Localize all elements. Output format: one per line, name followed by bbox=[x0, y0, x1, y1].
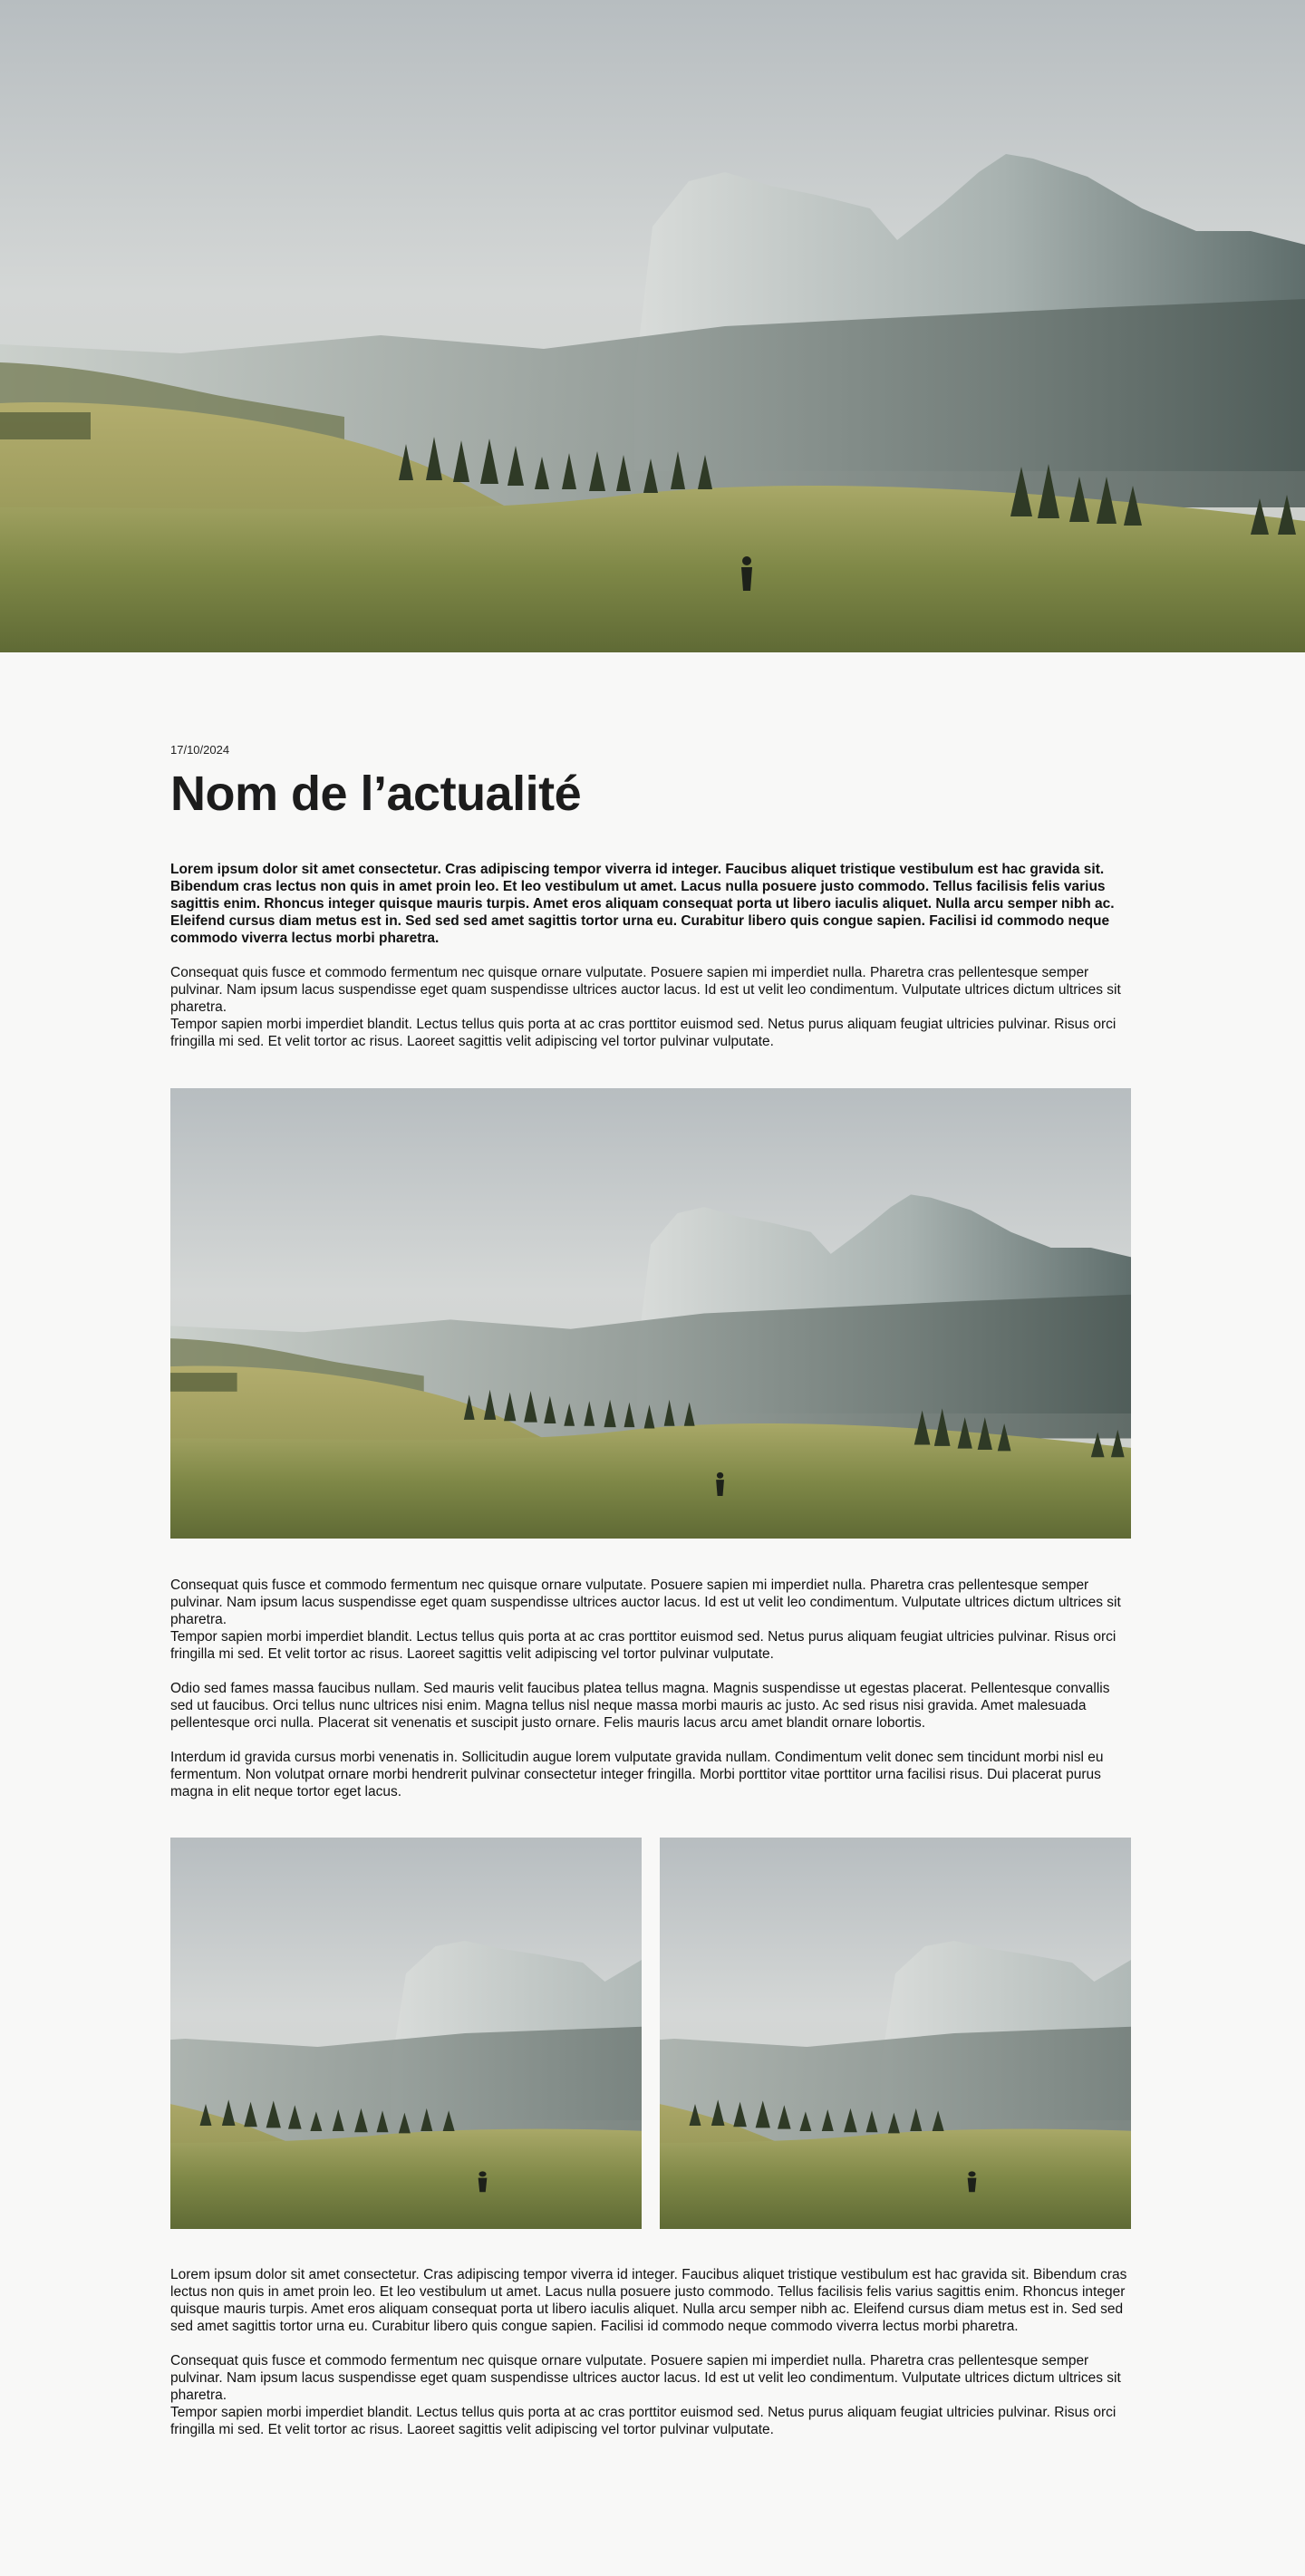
article-image-right bbox=[660, 1838, 1131, 2229]
landscape-photo bbox=[0, 0, 1305, 652]
image-pair bbox=[170, 1838, 1131, 2229]
paragraph: Interdum id gravida cursus morbi venenat… bbox=[170, 1750, 1104, 1799]
article-image-wide bbox=[170, 1088, 1131, 1539]
paragraph: Consequat quis fusce et commodo fermentu… bbox=[170, 1577, 1121, 1627]
landscape-photo bbox=[660, 1838, 1131, 2229]
landscape-photo bbox=[170, 1088, 1131, 1539]
article-lead: Lorem ipsum dolor sit amet consectetur. … bbox=[170, 862, 1115, 946]
paragraph: Odio sed fames massa faucibus nullam. Se… bbox=[170, 1681, 1110, 1731]
paragraph: Tempor sapien morbi imperdiet blandit. L… bbox=[170, 1017, 1116, 1049]
article-image-left bbox=[170, 1838, 642, 2229]
paragraph: Lorem ipsum dolor sit amet consectetur. … bbox=[170, 2267, 1127, 2334]
paragraph: Consequat quis fusce et commodo fermentu… bbox=[170, 965, 1121, 1015]
article-date: 17/10/2024 bbox=[170, 743, 230, 757]
paragraph: Tempor sapien morbi imperdiet blandit. L… bbox=[170, 2405, 1116, 2437]
paragraph: Tempor sapien morbi imperdiet blandit. L… bbox=[170, 1629, 1116, 1662]
hero-image bbox=[0, 0, 1305, 652]
landscape-photo bbox=[170, 1838, 642, 2229]
article: 17/10/2024 Nom de l’actualité Lorem ipsu… bbox=[170, 743, 1131, 2438]
paragraph: Consequat quis fusce et commodo fermentu… bbox=[170, 2353, 1121, 2403]
page-title: Nom de l’actualité bbox=[170, 767, 582, 821]
